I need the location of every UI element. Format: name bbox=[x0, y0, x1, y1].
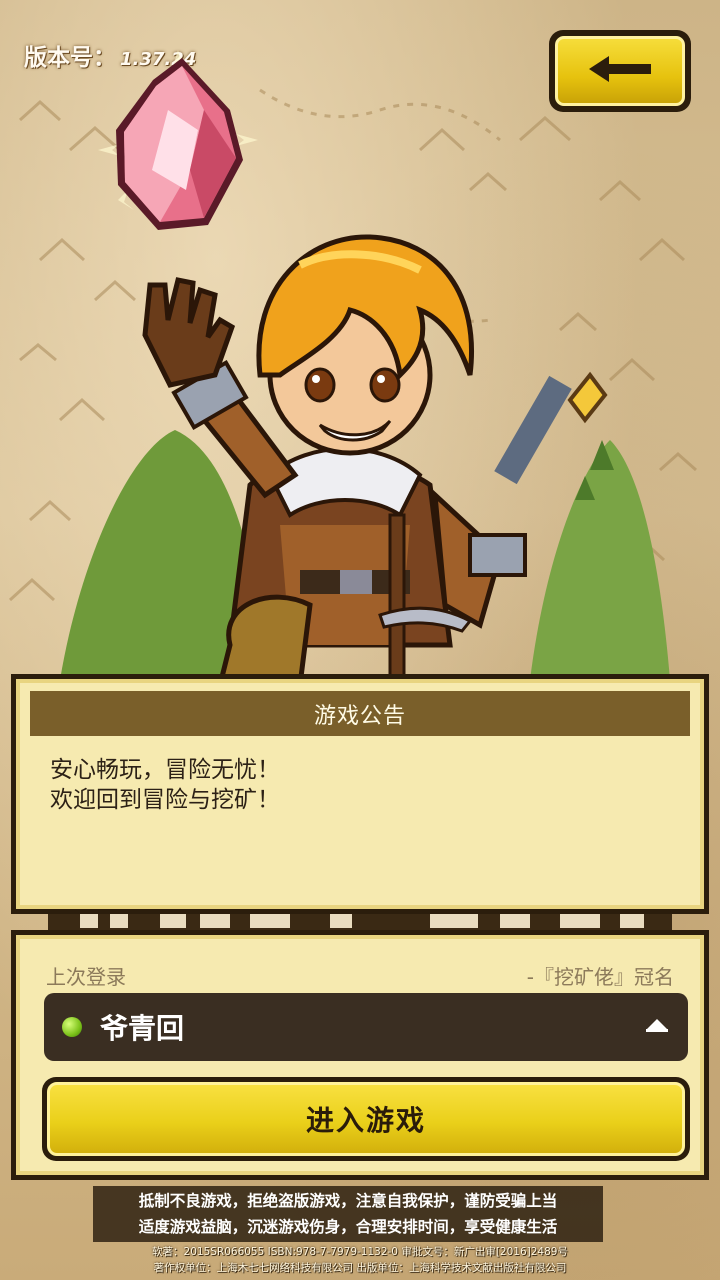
health-notice-line: 抵制不良游戏，拒绝盗版游戏，注意自我保护，谨防受骗上当 bbox=[138, 1192, 558, 1210]
legal-line: 著作权单位：上海木七七网络科技有限公司 出版单位：上海科学技术文献出版社有限公司 bbox=[153, 1262, 567, 1274]
sponsor-title: -『挖矿佬』冠名 bbox=[526, 965, 674, 989]
arrow-left-icon bbox=[585, 54, 655, 88]
crystal-gem-icon bbox=[98, 50, 258, 244]
enter-game-label[interactable]: 进入游戏 bbox=[47, 1082, 685, 1156]
health-notice-line: 适度游戏益脑，沉迷游戏伤身，合理安排时间，享受健康生活 bbox=[138, 1218, 558, 1236]
login-frame: 上次登录 -『挖矿佬』冠名 爷青回 进入游戏 bbox=[16, 935, 704, 1175]
last-login-label: 上次登录 bbox=[46, 965, 126, 989]
announcement-body: 安心畅玩，冒险无忧！ 欢迎回到冒险与挖矿！ bbox=[50, 755, 670, 815]
server-name: 爷青回 bbox=[100, 1012, 185, 1045]
server-status-icon bbox=[62, 1017, 82, 1037]
announcement-frame: 游戏公告 安心畅玩，冒险无忧！ 欢迎回到冒险与挖矿！ bbox=[16, 679, 704, 909]
announcement-panel: 游戏公告 安心畅玩，冒险无忧！ 欢迎回到冒险与挖矿！ bbox=[11, 674, 709, 914]
announcement-line: 欢迎回到冒险与挖矿！ bbox=[50, 787, 280, 813]
back-button-face[interactable] bbox=[555, 36, 685, 106]
back-button[interactable] bbox=[549, 30, 691, 112]
login-panel: 上次登录 -『挖矿佬』冠名 爷青回 进入游戏 bbox=[11, 930, 709, 1180]
legal-line: 软著：2015SR066055 ISBN:978-7-7979-1132-0 审… bbox=[152, 1246, 568, 1258]
health-notice: 抵制不良游戏，拒绝盗版游戏，注意自我保护，谨防受骗上当 适度游戏益脑，沉迷游戏伤… bbox=[93, 1186, 603, 1242]
announcement-line: 安心畅玩，冒险无忧！ bbox=[50, 757, 280, 783]
announcement-title: 游戏公告 bbox=[30, 691, 690, 736]
hero-character bbox=[50, 225, 610, 689]
server-select[interactable]: 爷青回 bbox=[44, 993, 688, 1061]
enter-game-button[interactable]: 进入游戏 bbox=[42, 1077, 690, 1161]
chevron-up-icon[interactable] bbox=[644, 1016, 670, 1038]
